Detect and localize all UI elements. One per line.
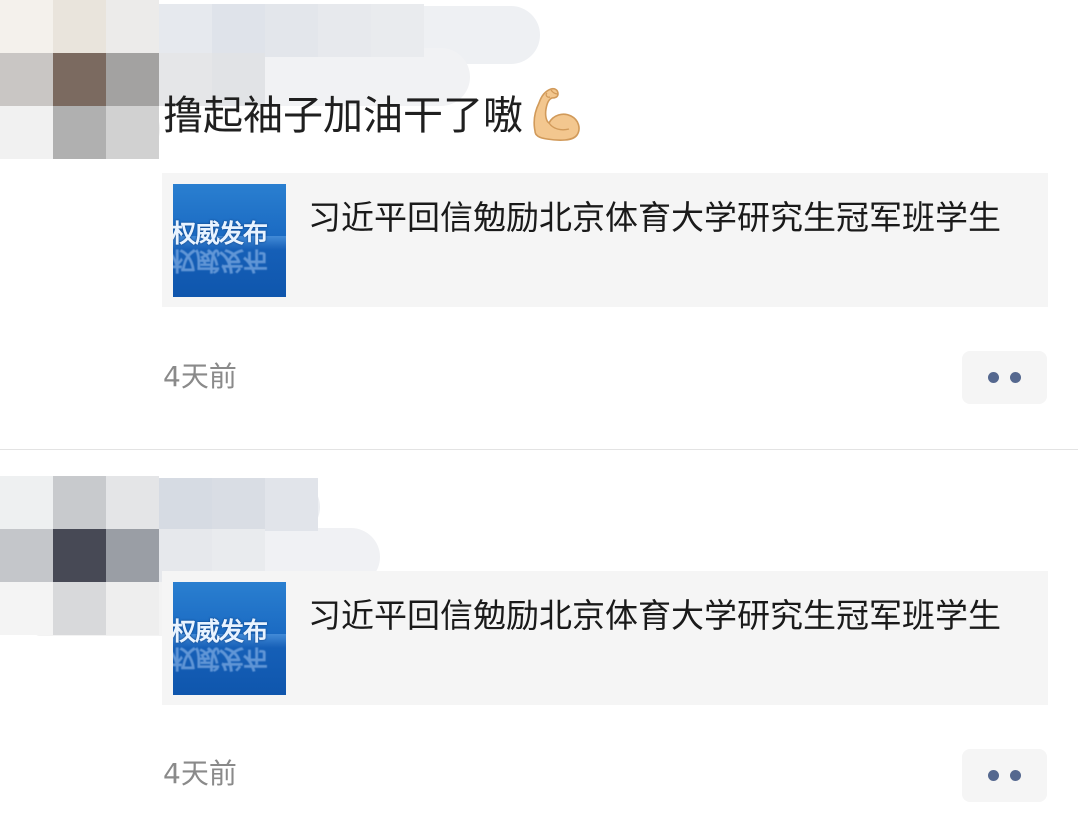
moment-post: 撸起袖子加油干了嗷 权威发布 权威发布 习近平回信勉励北京体育大学研究生冠军班学… [0,0,1078,449]
more-dots-icon [988,372,999,383]
more-dots-icon [988,770,999,781]
article-thumbnail: 权威发布 权威发布 [173,184,286,297]
comment-text: 撸起袖子加油干了嗷 [163,85,583,147]
moment-post: 权威发布 权威发布 习近平回信勉励北京体育大学研究生冠军班学生 4天前 [0,450,1078,832]
article-title: 习近平回信勉励北京体育大学研究生冠军班学生 [308,596,1001,635]
comment-text-content: 撸起袖子加油干了嗷 [163,93,523,139]
post-timestamp: 4天前 [163,360,237,393]
flexed-biceps-icon [525,85,583,143]
shared-article-card[interactable]: 权威发布 权威发布 习近平回信勉励北京体育大学研究生冠军班学生 [162,571,1048,705]
article-thumbnail: 权威发布 权威发布 [173,582,286,695]
article-title: 习近平回信勉励北京体育大学研究生冠军班学生 [308,198,1001,237]
more-options-button[interactable] [962,749,1047,802]
shared-article-card[interactable]: 权威发布 权威发布 习近平回信勉励北京体育大学研究生冠军班学生 [162,173,1048,307]
more-dots-icon [1010,770,1021,781]
more-options-button[interactable] [962,351,1047,404]
more-dots-icon [1010,372,1021,383]
thumbnail-title-reflection: 权威发布 [173,644,268,673]
thumbnail-title-reflection: 权威发布 [173,246,268,275]
post-timestamp: 4天前 [163,757,237,790]
